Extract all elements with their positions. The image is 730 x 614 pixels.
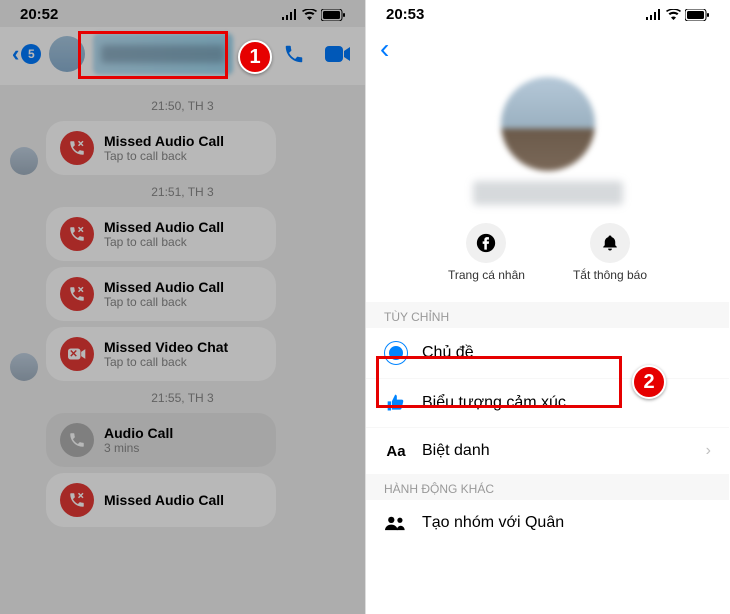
message-row: Missed Audio Call Tap to call back (10, 207, 355, 261)
wifi-icon (302, 9, 317, 20)
call-title: Audio Call (104, 425, 173, 441)
call-sub: Tap to call back (104, 235, 224, 249)
unread-count: 5 (21, 44, 41, 64)
call-sub: Tap to call back (104, 355, 228, 369)
callout-1: 1 (238, 40, 272, 74)
highlight-theme-item (376, 356, 622, 408)
call-bubble[interactable]: Missed Audio Call Tap to call back (46, 267, 276, 321)
nickname-item[interactable]: Aa Biệt danh › (366, 428, 729, 474)
section-customize-label: TÙY CHỈNH (366, 302, 729, 328)
bell-icon (590, 223, 630, 263)
signal-icon (646, 9, 662, 20)
facebook-icon (466, 223, 506, 263)
profile-avatar[interactable] (501, 77, 595, 171)
status-time: 20:52 (20, 6, 58, 23)
settings-header: ‹ (366, 27, 729, 69)
status-bar: 20:53 (366, 0, 729, 27)
message-row: Missed Video Chat Tap to call back (10, 327, 355, 381)
status-bar: 20:52 (0, 0, 365, 27)
timestamp: 21:50, TH 3 (10, 99, 355, 113)
status-icons (282, 9, 345, 21)
call-title: Missed Audio Call (104, 219, 224, 235)
video-call-button[interactable] (323, 39, 353, 69)
call-bubble[interactable]: Missed Video Chat Tap to call back (46, 327, 276, 381)
call-bubble[interactable]: Audio Call 3 mins (46, 413, 276, 467)
chat-body[interactable]: 21:50, TH 3 Missed Audio Call Tap to cal… (0, 85, 365, 537)
phone-icon (283, 43, 305, 65)
create-group-item[interactable]: Tạo nhóm với Quân (366, 500, 729, 546)
call-sub: Tap to call back (104, 295, 224, 309)
message-avatar (10, 353, 38, 381)
message-avatar (10, 147, 38, 175)
profile-section: Trang cá nhân Tắt thông báo (366, 69, 729, 302)
call-title: Missed Audio Call (104, 133, 224, 149)
group-icon (384, 515, 408, 531)
nickname-label: Biệt danh (422, 442, 490, 460)
status-time: 20:53 (386, 6, 424, 23)
wifi-icon (666, 9, 681, 20)
call-sub: 3 mins (104, 441, 173, 455)
chevron-left-icon: ‹ (12, 41, 19, 67)
timestamp: 21:51, TH 3 (10, 185, 355, 199)
highlight-contact-name (78, 31, 228, 79)
callout-2: 2 (632, 365, 666, 399)
message-row: Audio Call 3 mins (10, 413, 355, 467)
missed-phone-icon (60, 217, 94, 251)
section-other-label: HÀNH ĐỘNG KHÁC (366, 474, 729, 500)
battery-icon (685, 9, 709, 21)
phone-icon (60, 423, 94, 457)
message-row: Missed Audio Call Tap to call back (10, 267, 355, 321)
video-icon (325, 44, 351, 64)
signal-icon (282, 9, 298, 20)
call-title: Missed Video Chat (104, 339, 228, 355)
call-title: Missed Audio Call (104, 492, 224, 508)
call-title: Missed Audio Call (104, 279, 224, 295)
missed-video-icon (60, 337, 94, 371)
call-bubble[interactable]: Missed Audio Call Tap to call back (46, 121, 276, 175)
timestamp: 21:55, TH 3 (10, 391, 355, 405)
message-row: Missed Audio Call Tap to call back (10, 121, 355, 175)
mute-button[interactable]: Tắt thông báo (573, 223, 647, 282)
profile-link-button[interactable]: Trang cá nhân (448, 223, 525, 282)
missed-phone-icon (60, 483, 94, 517)
back-button[interactable]: ‹ (380, 33, 389, 65)
chevron-right-icon: › (706, 442, 711, 460)
call-bubble[interactable]: Missed Audio Call (46, 473, 276, 527)
back-button[interactable]: ‹ 5 (12, 41, 41, 67)
audio-call-button[interactable] (279, 39, 309, 69)
call-bubble[interactable]: Missed Audio Call Tap to call back (46, 207, 276, 261)
message-row: Missed Audio Call (10, 473, 355, 527)
battery-icon (321, 9, 345, 21)
call-sub: Tap to call back (104, 149, 224, 163)
mute-label: Tắt thông báo (573, 268, 647, 282)
aa-icon: Aa (384, 443, 408, 460)
missed-phone-icon (60, 131, 94, 165)
missed-phone-icon (60, 277, 94, 311)
profile-link-label: Trang cá nhân (448, 268, 525, 282)
profile-name (473, 181, 623, 205)
create-group-label: Tạo nhóm với Quân (422, 514, 564, 532)
status-icons (646, 9, 709, 21)
